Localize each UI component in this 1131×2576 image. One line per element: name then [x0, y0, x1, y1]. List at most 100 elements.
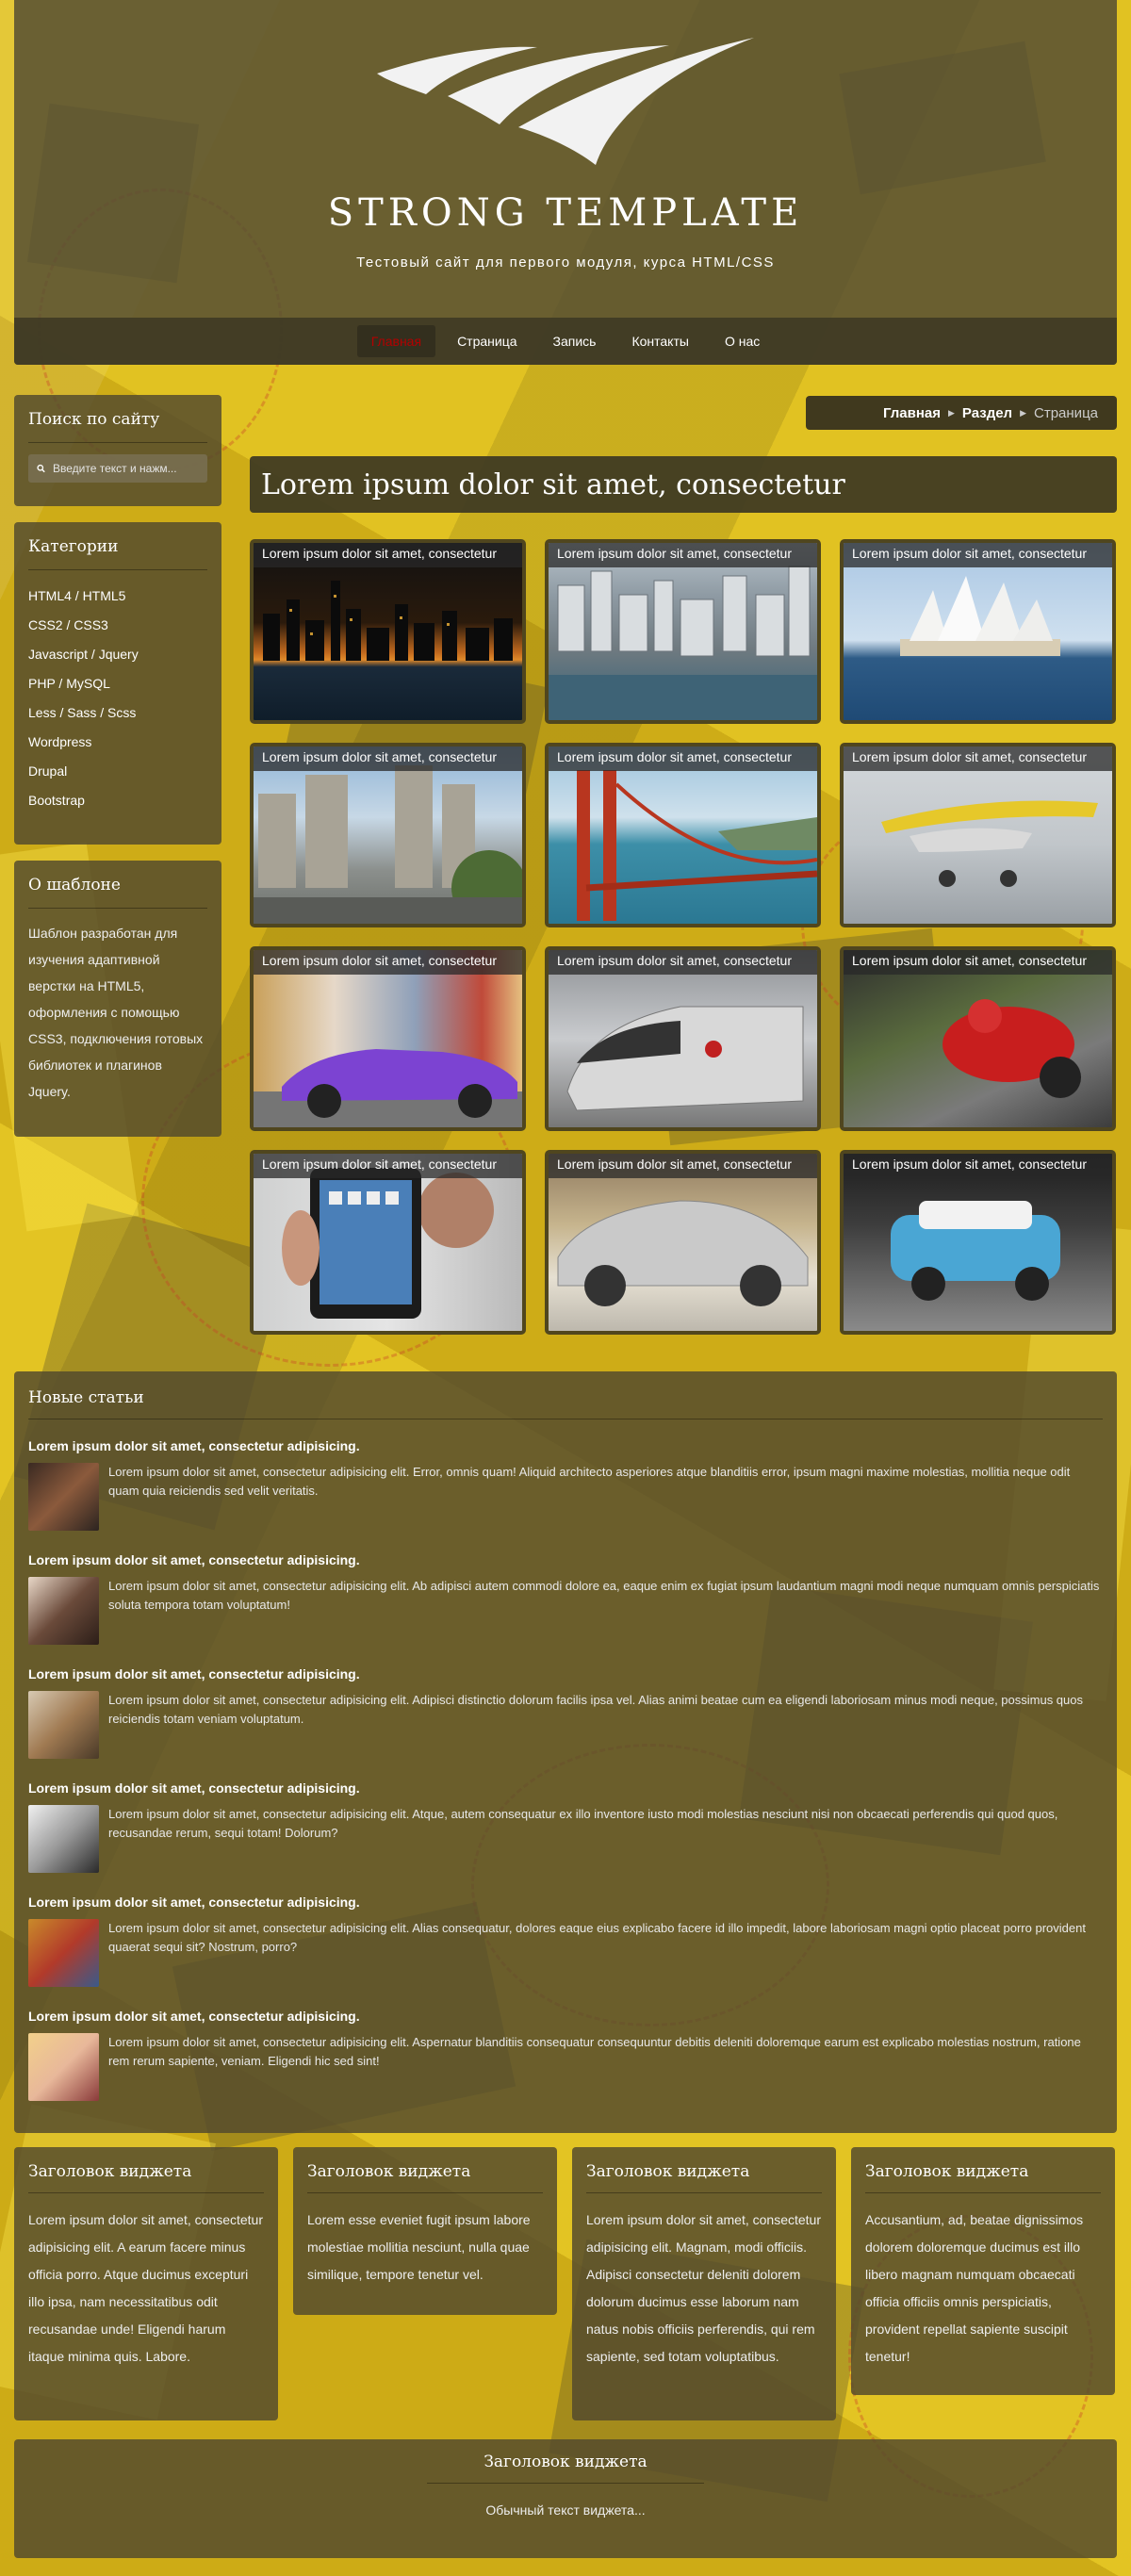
article-item: Lorem ipsum dolor sit amet, consectetur …	[28, 1438, 1103, 1552]
nav-item-post[interactable]: Запись	[539, 325, 611, 357]
man-with-tablet-image	[254, 1154, 522, 1331]
article-title[interactable]: Lorem ipsum dolor sit amet, consectetur …	[28, 1438, 1103, 1453]
article-item: Lorem ipsum dolor sit amet, consectetur …	[28, 1552, 1103, 1666]
main-nav: Главная Страница Запись Контакты О нас	[14, 318, 1117, 365]
caret-right-icon: ▶	[947, 407, 955, 418]
yellow-airplane-image	[844, 747, 1112, 924]
categories-list: HTML4 / HTML5 CSS2 / CSS3 Javascript / J…	[28, 582, 207, 815]
widget-text: Lorem esse eveniet fugit ipsum labore mo…	[307, 2212, 531, 2282]
footer-text: Обычный текст виджета...	[485, 2502, 646, 2518]
article-title[interactable]: Lorem ipsum dolor sit amet, consectetur …	[28, 1666, 1103, 1682]
gallery-card[interactable]: Lorem ipsum dolor sit amet, consectetur	[545, 539, 821, 724]
widget-title: Заголовок виджета	[28, 2162, 264, 2193]
article-title[interactable]: Lorem ipsum dolor sit amet, consectetur …	[28, 1895, 1103, 1910]
category-link[interactable]: Bootstrap	[28, 786, 207, 815]
city-street-image	[254, 747, 522, 924]
nav-item-page[interactable]: Страница	[443, 325, 531, 357]
gallery-caption: Lorem ipsum dolor sit amet, consectetur	[844, 747, 1112, 771]
footer-widget: Заголовок виджета Обычный текст виджета.…	[14, 2439, 1117, 2558]
category-link[interactable]: CSS2 / CSS3	[28, 611, 207, 640]
widget-title: Заголовок виджета	[865, 2162, 1101, 2193]
wings-logo-icon[interactable]	[377, 38, 754, 170]
gallery-caption: Lorem ipsum dolor sit amet, consectetur	[549, 747, 817, 771]
gallery-caption: Lorem ipsum dolor sit amet, consectetur	[254, 1154, 522, 1178]
article-item: Lorem ipsum dolor sit amet, consectetur …	[28, 2009, 1103, 2123]
article-text: Lorem ipsum dolor sit amet, consectetur …	[108, 1579, 1100, 1612]
category-link[interactable]: PHP / MySQL	[28, 669, 207, 698]
gallery-card[interactable]: Lorem ipsum dolor sit amet, consectetur	[250, 946, 526, 1131]
nav-item-about[interactable]: О нас	[711, 325, 774, 357]
article-text: Lorem ipsum dolor sit amet, consectetur …	[108, 1921, 1086, 1954]
gallery-caption: Lorem ipsum dolor sit amet, consectetur	[254, 543, 522, 567]
category-link[interactable]: Wordpress	[28, 728, 207, 757]
category-link[interactable]: HTML4 / HTML5	[28, 582, 207, 611]
article-item: Lorem ipsum dolor sit amet, consectetur …	[28, 1780, 1103, 1895]
nav-item-contacts[interactable]: Контакты	[617, 325, 702, 357]
city-night-skyline-image	[254, 543, 522, 720]
gallery-card[interactable]: Lorem ipsum dolor sit amet, consectetur	[250, 1150, 526, 1335]
categories-widget: Категории HTML4 / HTML5 CSS2 / CSS3 Java…	[14, 522, 221, 845]
gallery-card[interactable]: Lorem ipsum dolor sit amet, consectetur	[840, 539, 1116, 724]
article-item: Lorem ipsum dolor sit amet, consectetur …	[28, 1895, 1103, 2009]
golden-gate-bridge-image	[549, 747, 817, 924]
about-widget: О шаблоне Шаблон разработан для изучения…	[14, 861, 221, 1137]
widget-text: Lorem ipsum dolor sit amet, consectetur …	[28, 2212, 263, 2364]
gallery-card[interactable]: Lorem ipsum dolor sit amet, consectetur	[250, 743, 526, 927]
search-icon[interactable]	[37, 463, 45, 474]
widget-4: Заголовок виджета Accusantium, ad, beata…	[851, 2147, 1115, 2395]
widget-3: Заголовок виджета Lorem ipsum dolor sit …	[572, 2147, 836, 2420]
article-text: Lorem ipsum dolor sit amet, consectetur …	[108, 1465, 1071, 1498]
article-title[interactable]: Lorem ipsum dolor sit amet, consectetur …	[28, 1780, 1103, 1796]
search-widget: Поиск по сайту	[14, 395, 221, 506]
breadcrumb: Главная ▶ Раздел ▶ Страница	[806, 396, 1117, 430]
article-thumbnail[interactable]	[28, 1805, 99, 1873]
gallery-card[interactable]: Lorem ipsum dolor sit amet, consectetur	[545, 946, 821, 1131]
breadcrumb-section[interactable]: Раздел	[962, 405, 1012, 421]
search-widget-title: Поиск по сайту	[28, 410, 207, 443]
gallery-caption: Lorem ipsum dolor sit amet, consectetur	[844, 543, 1112, 567]
article-thumbnail[interactable]	[28, 1577, 99, 1645]
widget-2: Заголовок виджета Lorem esse eveniet fug…	[293, 2147, 557, 2315]
article-text: Lorem ipsum dolor sit amet, consectetur …	[108, 1693, 1084, 1726]
gallery-caption: Lorem ipsum dolor sit amet, consectetur	[254, 747, 522, 771]
search-input[interactable]	[53, 462, 199, 475]
category-link[interactable]: Javascript / Jquery	[28, 640, 207, 669]
caret-right-icon: ▶	[1020, 407, 1027, 418]
article-thumbnail[interactable]	[28, 1463, 99, 1531]
gallery-card[interactable]: Lorem ipsum dolor sit amet, consectetur	[545, 743, 821, 927]
widget-title: Заголовок виджета	[307, 2162, 543, 2193]
gallery-card[interactable]: Lorem ipsum dolor sit amet, consectetur	[840, 946, 1116, 1131]
widget-title: Заголовок виджета	[586, 2162, 822, 2193]
silver-porsche-image	[549, 1154, 817, 1331]
gallery-card[interactable]: Lorem ipsum dolor sit amet, consectetur	[250, 539, 526, 724]
gallery-caption: Lorem ipsum dolor sit amet, consectetur	[549, 1154, 817, 1178]
gallery-card[interactable]: Lorem ipsum dolor sit amet, consectetur	[840, 1150, 1116, 1335]
article-title[interactable]: Lorem ipsum dolor sit amet, consectetur …	[28, 1552, 1103, 1567]
article-thumbnail[interactable]	[28, 1691, 99, 1759]
article-title[interactable]: Lorem ipsum dolor sit amet, consectetur …	[28, 2009, 1103, 2024]
gallery-card[interactable]: Lorem ipsum dolor sit amet, consectetur	[545, 1150, 821, 1335]
new-articles-title: Новые статьи	[28, 1388, 1103, 1419]
widget-text: Accusantium, ad, beatae dignissimos dolo…	[865, 2212, 1084, 2364]
nav-item-home[interactable]: Главная	[356, 325, 436, 357]
new-articles-section: Новые статьи Lorem ipsum dolor sit amet,…	[14, 1371, 1117, 2133]
article-thumbnail[interactable]	[28, 1919, 99, 1987]
site-header: STRONG TEMPLATE Тестовый сайт для первог…	[14, 0, 1117, 365]
sydney-opera-house-image	[844, 543, 1112, 720]
site-title: STRONG TEMPLATE	[327, 191, 804, 235]
widget-text: Lorem ipsum dolor sit amet, consectetur …	[586, 2212, 821, 2364]
blue-mini-cooper-image	[844, 1154, 1112, 1331]
gallery-caption: Lorem ipsum dolor sit amet, consectetur	[844, 950, 1112, 975]
purple-sports-car-image	[254, 950, 522, 1127]
widget-1: Заголовок виджета Lorem ipsum dolor sit …	[14, 2147, 278, 2420]
breadcrumb-current: Страница	[1034, 404, 1098, 421]
search-box	[28, 454, 207, 483]
city-aerial-image	[549, 543, 817, 720]
category-link[interactable]: Drupal	[28, 757, 207, 786]
breadcrumb-home[interactable]: Главная	[883, 405, 941, 421]
gallery-grid: Lorem ipsum dolor sit amet, consectetur …	[250, 539, 1117, 1335]
gallery-card[interactable]: Lorem ipsum dolor sit amet, consectetur	[840, 743, 1116, 927]
article-thumbnail[interactable]	[28, 2033, 99, 2101]
page-title: Lorem ipsum dolor sit amet, consectetur	[250, 456, 1117, 513]
category-link[interactable]: Less / Sass / Scss	[28, 698, 207, 728]
